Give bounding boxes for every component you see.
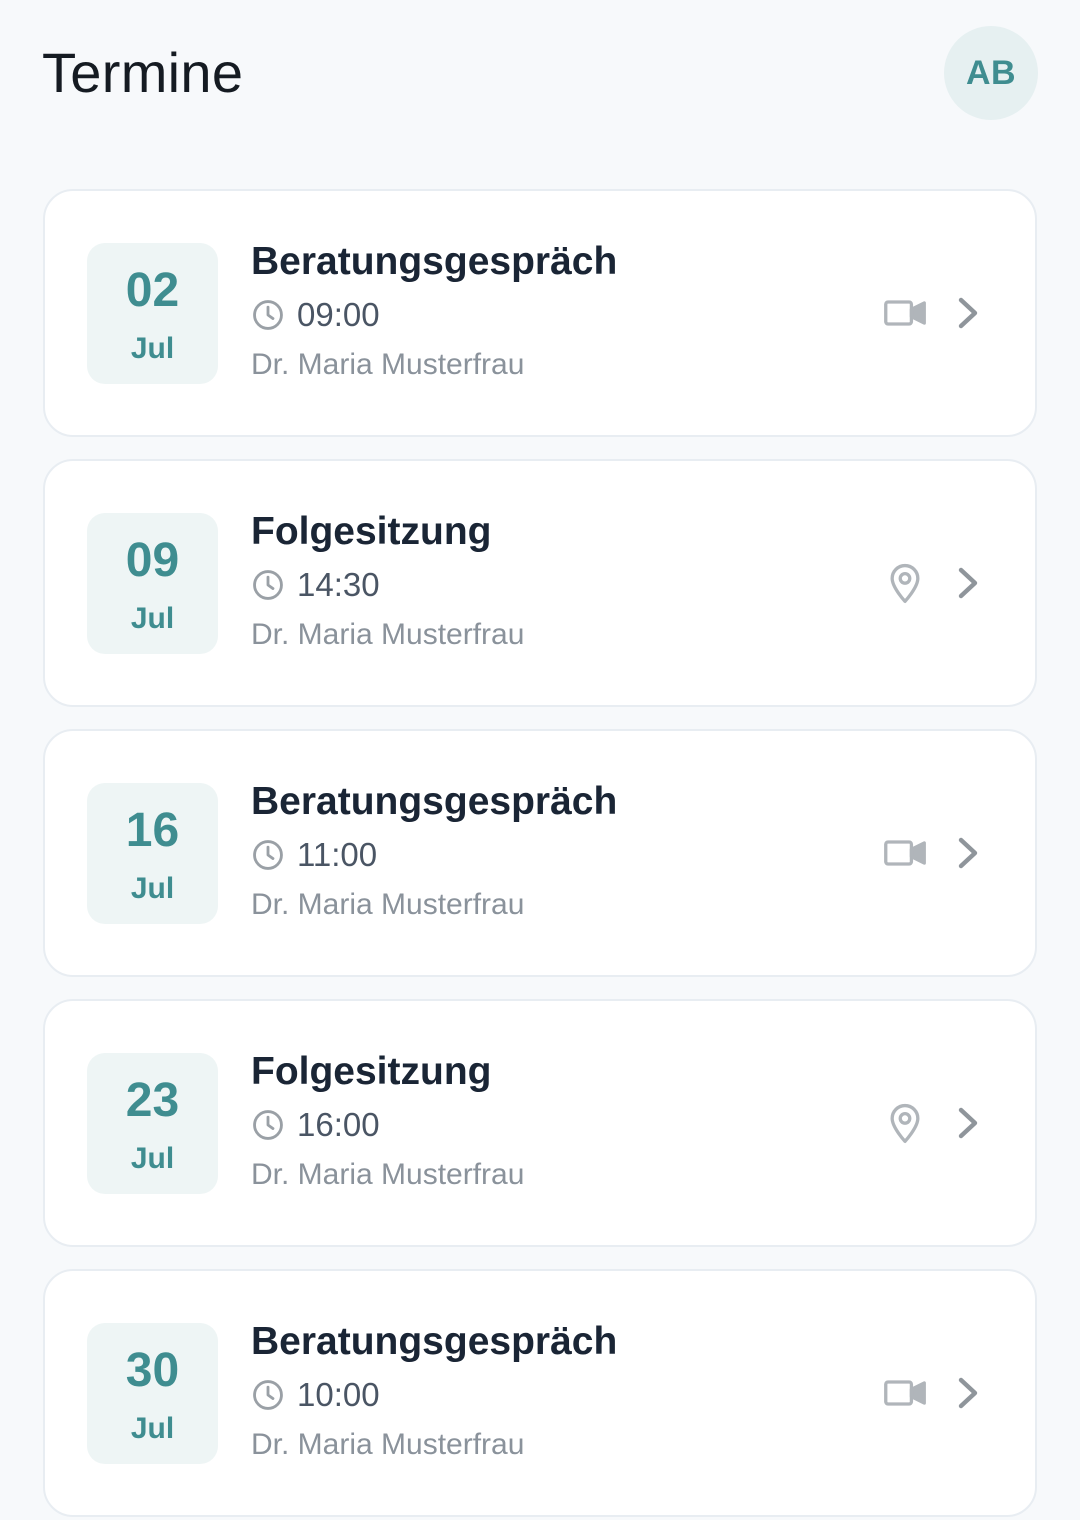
appointment-list: 02 Jul Beratungsgespräch 09:00 Dr. Maria… xyxy=(43,189,1037,1520)
chevron-right-icon[interactable] xyxy=(953,294,983,332)
clock-icon xyxy=(253,840,283,870)
appointment-time: 09:00 xyxy=(297,296,380,333)
appointment-info: Beratungsgespräch 11:00 Dr. Maria Muster… xyxy=(251,777,617,925)
date-month: Jul xyxy=(130,602,175,635)
appointment-card[interactable]: 09 Jul Folgesitzung 14:30 Dr. Maria Must… xyxy=(43,459,1037,707)
location-pin-icon xyxy=(890,1103,920,1143)
appointment-title: Beratungsgespräch xyxy=(251,240,618,283)
time-row: 14:30 xyxy=(251,563,524,607)
date-badge: 02 Jul xyxy=(87,243,218,384)
doctor-name: Dr. Maria Musterfrau xyxy=(251,1158,525,1191)
time-row: 11:00 xyxy=(251,833,617,877)
date-day: 09 xyxy=(125,534,180,587)
appointment-title: Folgesitzung xyxy=(251,510,492,553)
video-camera-icon xyxy=(884,1380,926,1406)
chevron-right-icon[interactable] xyxy=(953,1374,983,1412)
avatar[interactable]: AB xyxy=(944,26,1038,120)
appointment-time: 16:00 xyxy=(297,1106,380,1143)
doctor-name: Dr. Maria Musterfrau xyxy=(251,618,525,651)
appointment-card[interactable]: 23 Jul Folgesitzung 16:00 Dr. Maria Must… xyxy=(43,999,1037,1247)
video-camera-icon xyxy=(884,300,926,326)
date-day: 02 xyxy=(125,264,180,317)
clock-icon xyxy=(253,1380,283,1410)
appointment-time: 14:30 xyxy=(297,566,380,603)
date-badge: 09 Jul xyxy=(87,513,218,654)
page-title: Termine xyxy=(42,41,244,104)
doctor-name: Dr. Maria Musterfrau xyxy=(251,348,525,381)
doctor-name: Dr. Maria Musterfrau xyxy=(251,888,525,921)
chevron-right-icon[interactable] xyxy=(953,1104,983,1142)
appointment-info: Beratungsgespräch 10:00 Dr. Maria Muster… xyxy=(251,1317,617,1465)
chevron-right-icon[interactable] xyxy=(953,834,983,872)
appointment-info: Beratungsgespräch 09:00 Dr. Maria Muster… xyxy=(251,237,617,385)
date-day: 30 xyxy=(125,1344,180,1397)
doctor-name: Dr. Maria Musterfrau xyxy=(251,1428,525,1461)
appointment-info: Folgesitzung 16:00 Dr. Maria Musterfrau xyxy=(251,1047,524,1195)
appointment-time: 11:00 xyxy=(297,836,378,873)
date-badge: 23 Jul xyxy=(87,1053,218,1194)
appointment-card[interactable]: 16 Jul Beratungsgespräch 11:00 Dr. Maria… xyxy=(43,729,1037,977)
date-day: 16 xyxy=(125,804,180,857)
date-badge: 30 Jul xyxy=(87,1323,218,1464)
appointment-title: Beratungsgespräch xyxy=(251,780,618,823)
appointment-card[interactable]: 02 Jul Beratungsgespräch 09:00 Dr. Maria… xyxy=(43,189,1037,437)
time-row: 16:00 xyxy=(251,1103,524,1147)
date-badge: 16 Jul xyxy=(87,783,218,924)
date-month: Jul xyxy=(130,1142,175,1175)
appointment-title: Folgesitzung xyxy=(251,1050,492,1093)
clock-icon xyxy=(253,300,283,330)
location-pin-icon xyxy=(890,563,920,603)
date-month: Jul xyxy=(130,872,175,905)
app-header: Termine AB xyxy=(0,0,1080,150)
date-day: 23 xyxy=(125,1074,180,1127)
appointment-card[interactable]: 30 Jul Beratungsgespräch 10:00 Dr. Maria… xyxy=(43,1269,1037,1517)
time-row: 10:00 xyxy=(251,1373,617,1417)
clock-icon xyxy=(253,1110,283,1140)
appointment-title: Beratungsgespräch xyxy=(251,1320,618,1363)
date-month: Jul xyxy=(130,332,175,365)
avatar-initials: AB xyxy=(965,53,1017,92)
video-camera-icon xyxy=(884,840,926,866)
clock-icon xyxy=(253,570,283,600)
appointment-time: 10:00 xyxy=(297,1376,380,1413)
appointment-info: Folgesitzung 14:30 Dr. Maria Musterfrau xyxy=(251,507,524,655)
chevron-right-icon[interactable] xyxy=(953,564,983,602)
time-row: 09:00 xyxy=(251,293,617,337)
date-month: Jul xyxy=(130,1412,175,1445)
